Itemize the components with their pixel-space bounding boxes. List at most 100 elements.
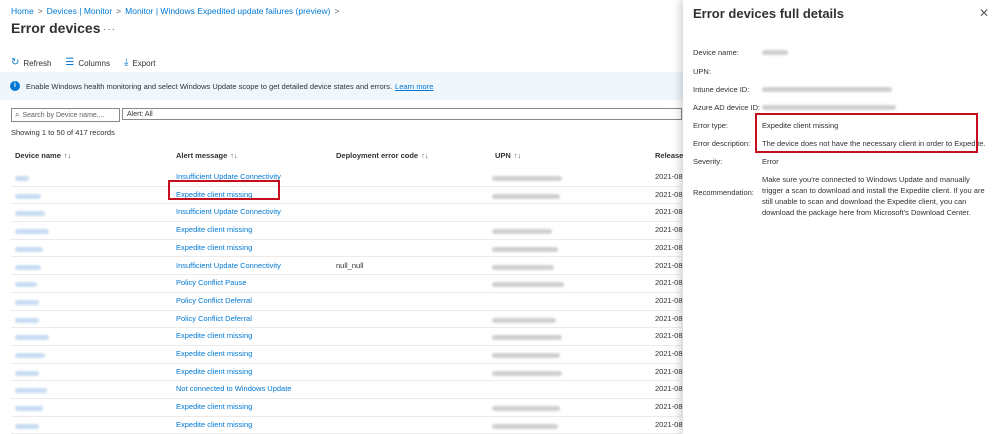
refresh-icon: ↻ — [11, 57, 20, 68]
breadcrumb: Home > Devices | Monitor > Monitor | Windows… — [11, 6, 343, 16]
table-row[interactable]: Insufficient Update Connectivity 2021-08 — [11, 203, 683, 223]
breadcrumb-separator: > — [37, 6, 43, 16]
table-row[interactable]: Insufficient Update Connectivity 2021-08 — [11, 168, 683, 187]
cell-device-name[interactable] — [15, 422, 39, 431]
header-upn-label: UPN — [495, 151, 511, 160]
cell-device-name[interactable] — [15, 386, 47, 395]
search-placeholder: Search by Device name,... — [22, 111, 105, 119]
header-release-label: Release — [655, 151, 684, 160]
cell-release: 2021-08 — [655, 384, 683, 394]
cell-device-name[interactable] — [15, 227, 49, 236]
table-row[interactable]: Insufficient Update Connectivity null_nul… — [11, 257, 683, 276]
cell-device-name[interactable] — [15, 404, 43, 413]
header-upn[interactable]: UPN ↑↓ — [495, 151, 521, 160]
table-row[interactable]: Policy Conflict Pause 2021-08 — [11, 274, 683, 293]
alert-filter-label: Alert: All — [127, 110, 153, 118]
toolbar: ↻ Refresh ☰ Columns ⤓ Export — [11, 56, 170, 70]
cell-release: 2021-08 — [655, 419, 683, 429]
highlight-box — [755, 113, 978, 153]
refresh-button[interactable]: ↻ Refresh — [11, 58, 51, 68]
table-row[interactable]: Expedite client missing 2021-08 — [11, 186, 683, 205]
table-row[interactable]: Expedite client missing 2021-08 — [11, 221, 683, 240]
cell-upn — [492, 422, 558, 431]
cell-upn — [492, 245, 558, 254]
cell-release: 2021-08 — [655, 260, 683, 270]
more-options-button[interactable]: ··· — [103, 24, 116, 35]
cell-device-name[interactable] — [15, 192, 41, 201]
search-input[interactable]: ⌕ Search by Device name,... — [11, 108, 120, 122]
breadcrumb-devices-monitor[interactable]: Devices | Monitor — [47, 6, 113, 16]
table-row[interactable]: Expedite client missing 2021-08 — [11, 327, 683, 346]
cell-upn — [492, 316, 556, 325]
columns-label: Columns — [78, 58, 110, 68]
cell-alert-message[interactable]: Not connected to Windows Update — [176, 384, 291, 393]
header-device-name[interactable]: Device name ↑↓ — [15, 151, 71, 160]
close-icon[interactable]: ✕ — [979, 6, 989, 20]
cell-upn — [492, 333, 562, 342]
header-device-name-label: Device name — [15, 151, 61, 160]
value-severity: Error — [762, 157, 779, 166]
table-row[interactable]: Expedite client missing 2021-08 — [11, 416, 683, 434]
value-aad-id — [762, 103, 896, 112]
cell-alert-message[interactable]: Expedite client missing — [176, 243, 252, 252]
cell-upn — [492, 404, 560, 413]
alert-filter[interactable]: Alert: All — [122, 108, 682, 120]
columns-icon: ☰ — [65, 57, 75, 68]
table-row[interactable]: Policy Conflict Deferral 2021-08 — [11, 292, 683, 311]
refresh-label: Refresh — [23, 58, 52, 68]
cell-release: 2021-08 — [655, 313, 683, 323]
breadcrumb-home[interactable]: Home — [11, 6, 34, 16]
cell-alert-message[interactable]: Expedite client missing — [176, 225, 252, 234]
cell-alert-message[interactable]: Insufficient Update Connectivity — [176, 207, 281, 216]
header-deployment-error-code[interactable]: Deployment error code ↑↓ — [336, 151, 429, 160]
cell-upn — [492, 263, 554, 272]
cell-alert-message[interactable]: Expedite client missing — [176, 402, 252, 411]
table-row[interactable]: Expedite client missing 2021-08 — [11, 398, 683, 417]
columns-button[interactable]: ☰ Columns — [65, 58, 110, 68]
header-alert-message[interactable]: Alert message ↑↓ — [176, 151, 238, 160]
cell-release: 2021-08 — [655, 366, 683, 376]
cell-alert-message[interactable]: Expedite client missing — [176, 331, 252, 340]
header-release[interactable]: Release — [655, 151, 683, 160]
table-row[interactable]: Expedite client missing 2021-08 — [11, 345, 683, 364]
value-device-name — [762, 48, 788, 57]
panel-title: Error devices full details — [693, 6, 845, 21]
cell-upn — [492, 369, 562, 378]
cell-alert-message[interactable]: Expedite client missing — [176, 420, 252, 429]
label-device-name: Device name: — [693, 48, 739, 57]
cell-device-name[interactable] — [15, 209, 45, 218]
export-button[interactable]: ⤓ Export — [124, 58, 156, 68]
table-row[interactable]: Expedite client missing 2021-08 — [11, 239, 683, 258]
cell-deployment-error-code: null_null — [336, 260, 364, 270]
cell-device-name[interactable] — [15, 245, 43, 254]
info-icon: i — [10, 81, 20, 91]
table-row[interactable]: Policy Conflict Deferral 2021-08 — [11, 310, 683, 329]
cell-alert-message[interactable]: Policy Conflict Deferral — [176, 296, 252, 305]
download-icon: ⤓ — [123, 57, 129, 68]
cell-device-name[interactable] — [15, 263, 41, 272]
table-row[interactable]: Not connected to Windows Update 2021-08 — [11, 380, 683, 400]
cell-release: 2021-08 — [655, 242, 683, 252]
cell-device-name[interactable] — [15, 369, 39, 378]
cell-release: 2021-08 — [655, 278, 683, 288]
cell-device-name[interactable] — [15, 316, 39, 325]
cell-alert-message[interactable]: Policy Conflict Deferral — [176, 314, 252, 323]
cell-device-name[interactable] — [15, 280, 37, 289]
page-title: Error devices — [11, 20, 101, 36]
cell-alert-message[interactable]: Insufficient Update Connectivity — [176, 261, 281, 270]
cell-alert-message[interactable]: Expedite client missing — [176, 349, 252, 358]
cell-device-name[interactable] — [15, 298, 39, 307]
table-row[interactable]: Expedite client missing 2021-08 — [11, 363, 683, 382]
cell-alert-message[interactable]: Expedite client missing — [176, 367, 252, 376]
cell-device-name[interactable] — [15, 351, 45, 360]
label-error-type: Error type: — [693, 121, 729, 130]
details-panel: Error devices full details ✕ Device name… — [683, 0, 999, 434]
learn-more-link[interactable]: Learn more — [395, 82, 433, 91]
sort-icon: ↑↓ — [513, 151, 522, 160]
cell-device-name[interactable] — [15, 333, 49, 342]
cell-release: 2021-08 — [655, 225, 683, 235]
cell-device-name[interactable] — [15, 174, 29, 183]
cell-alert-message[interactable]: Policy Conflict Pause — [176, 278, 246, 287]
info-banner: i Enable Windows health monitoring and s… — [0, 72, 690, 100]
breadcrumb-expedited-failures[interactable]: Monitor | Windows Expedited update failu… — [125, 6, 330, 16]
